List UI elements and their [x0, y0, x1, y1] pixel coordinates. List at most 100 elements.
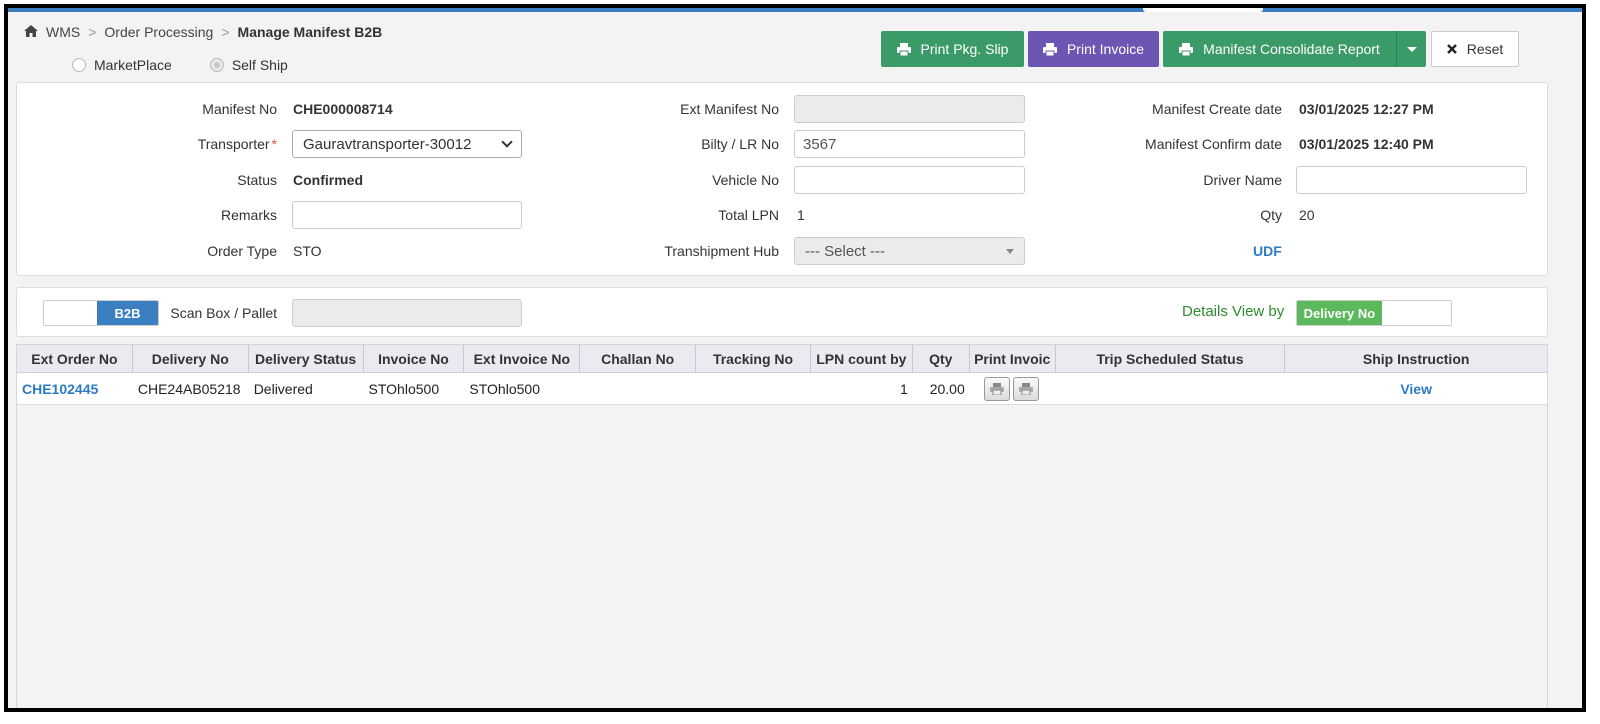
- reset-label: Reset: [1466, 41, 1504, 57]
- order-type-label: Order Type: [207, 243, 277, 259]
- cell-challan-no: [580, 373, 696, 405]
- radio-self-ship[interactable]: Self Ship: [209, 57, 288, 73]
- ext-manifest-label: Ext Manifest No: [680, 101, 779, 117]
- status-label: Status: [237, 172, 277, 188]
- qty-value: 20: [1299, 207, 1315, 223]
- details-view-toggle-label: Delivery No: [1297, 301, 1382, 325]
- breadcrumb-root[interactable]: WMS: [46, 24, 80, 40]
- dropdown-arrow-icon: [1006, 248, 1014, 254]
- driver-name-input[interactable]: [1296, 166, 1527, 194]
- transporter-select[interactable]: Gauravtransporter-30012: [292, 130, 522, 158]
- home-icon[interactable]: [24, 24, 38, 40]
- udf-link[interactable]: UDF: [1253, 243, 1282, 259]
- cell-delivery-no: CHE24AB05218: [137, 381, 241, 397]
- breadcrumb-separator: >: [88, 24, 97, 40]
- print-invoice-button[interactable]: Print Invoice: [1028, 31, 1159, 67]
- ext-manifest-input: [794, 95, 1025, 123]
- qty-label: Qty: [1260, 207, 1282, 223]
- scan-box-label: Scan Box / Pallet: [170, 305, 277, 321]
- cell-ext-invoice-no: STOhlo500: [469, 381, 540, 397]
- radio-marketplace[interactable]: MarketPlace: [72, 57, 172, 73]
- cell-delivery-status: Delivered: [253, 381, 313, 397]
- header-invoice-no[interactable]: Invoice No: [364, 345, 465, 373]
- create-date-label: Manifest Create date: [1152, 101, 1282, 117]
- transhipment-hub-select: --- Select ---: [794, 237, 1025, 265]
- confirm-date-value: 03/01/2025 12:40 PM: [1299, 136, 1434, 152]
- print-pkg-slip-label: Print Pkg. Slip: [920, 41, 1009, 57]
- print-invoice-row-button[interactable]: [983, 377, 1010, 401]
- vehicle-label: Vehicle No: [712, 172, 779, 188]
- manifest-no-label: Manifest No: [202, 101, 277, 117]
- table-header: Ext Order No Delivery No Delivery Status…: [17, 345, 1547, 373]
- printer-icon: [989, 383, 1004, 395]
- header-tracking-no[interactable]: Tracking No: [696, 345, 811, 373]
- header-trip-status[interactable]: Trip Scheduled Status: [1056, 345, 1286, 373]
- details-view-toggle[interactable]: Delivery No: [1296, 300, 1452, 326]
- b2b-toggle[interactable]: B2B: [43, 300, 159, 326]
- report-dropdown-toggle[interactable]: [1396, 31, 1426, 67]
- cell-lpn-count: 1: [900, 381, 908, 397]
- remarks-input[interactable]: [292, 201, 522, 229]
- vehicle-input[interactable]: [794, 166, 1025, 194]
- print-pkg-slip-button[interactable]: Print Pkg. Slip: [881, 31, 1024, 67]
- radio-self-ship-dot[interactable]: [209, 58, 224, 72]
- cell-ship-instruction: View: [1285, 373, 1547, 405]
- printer-icon: [1018, 383, 1033, 395]
- ship-instruction-view-link[interactable]: View: [1400, 381, 1432, 397]
- confirm-date-label: Manifest Confirm date: [1145, 136, 1282, 152]
- header-ext-order-no[interactable]: Ext Order No: [17, 345, 133, 373]
- manifest-consolidate-report-label: Manifest Consolidate Report: [1203, 41, 1380, 57]
- printer-icon: [1042, 42, 1057, 56]
- details-view-toggle-off: [1381, 301, 1451, 325]
- b2b-toggle-label: B2B: [97, 301, 158, 325]
- details-view-label: Details View by: [1182, 303, 1285, 320]
- printer-icon: [1179, 42, 1194, 56]
- create-date-value: 03/01/2025 12:27 PM: [1299, 101, 1434, 117]
- header-challan-no[interactable]: Challan No: [580, 345, 697, 373]
- bilty-label: Bilty / LR No: [701, 136, 779, 152]
- transhipment-hub-selected: --- Select ---: [805, 242, 885, 260]
- radio-marketplace-dot[interactable]: [72, 58, 86, 72]
- manifest-detail-table: Ext Order No Delivery No Delivery Status…: [16, 344, 1548, 708]
- header-delivery-no[interactable]: Delivery No: [133, 345, 249, 373]
- page-title: Manage Manifest B2B: [237, 24, 383, 40]
- close-icon: [1446, 44, 1457, 54]
- manifest-consolidate-report-button[interactable]: Manifest Consolidate Report: [1163, 31, 1396, 67]
- scan-box-input: [292, 299, 522, 327]
- header-lpn-count[interactable]: LPN count by: [811, 345, 913, 373]
- required-mark: *: [271, 136, 277, 152]
- chevron-down-icon: [501, 136, 513, 148]
- manage-manifest-page: WMS > Order Processing > Manage Manifest…: [8, 12, 1582, 708]
- transporter-label-text: Transporter: [197, 136, 270, 152]
- header-ext-invoice-no[interactable]: Ext Invoice No: [464, 345, 581, 373]
- transhipment-hub-label: Transhipment Hub: [664, 243, 779, 259]
- manifest-form-panel: Manifest No CHE000008714 Transporter * Ga…: [16, 82, 1548, 276]
- cell-ext-order-no[interactable]: CHE102445: [17, 373, 133, 405]
- app-frame: WMS > Order Processing > Manage Manifest…: [4, 4, 1586, 712]
- cell-print-invoice: [970, 373, 1056, 405]
- cell-qty: 20.00: [929, 381, 965, 397]
- ship-mode-radio-group: MarketPlace Self Ship: [72, 57, 288, 73]
- breadcrumb-separator: >: [221, 24, 230, 40]
- table-row: CHE102445 CHE24AB05218 Delivered STOhlo5…: [17, 373, 1547, 405]
- bilty-input[interactable]: 3567: [794, 130, 1025, 158]
- b2b-toggle-off: [44, 301, 98, 325]
- cell-trip-status: [1056, 373, 1286, 405]
- status-value: Confirmed: [293, 172, 363, 188]
- print-invoice-copy-button[interactable]: [1012, 377, 1039, 401]
- driver-name-label: Driver Name: [1203, 172, 1282, 188]
- header-ship-instruction[interactable]: Ship Instruction: [1285, 345, 1547, 373]
- total-lpn-value: 1: [797, 207, 805, 223]
- printer-icon: [896, 42, 911, 56]
- radio-self-ship-label: Self Ship: [231, 57, 288, 73]
- manifest-no-value: CHE000008714: [293, 101, 393, 117]
- cell-invoice-no: STOhlo500: [368, 381, 440, 397]
- header-delivery-status[interactable]: Delivery Status: [249, 345, 364, 373]
- header-qty[interactable]: Qty: [913, 345, 970, 373]
- cell-tracking-no: [696, 373, 811, 405]
- header-print-invoice[interactable]: Print Invoic: [970, 345, 1056, 373]
- total-lpn-label: Total LPN: [718, 207, 779, 223]
- breadcrumb-parent[interactable]: Order Processing: [104, 24, 213, 40]
- scan-panel: B2B Scan Box / Pallet Details View by De…: [16, 287, 1548, 337]
- reset-button[interactable]: Reset: [1431, 31, 1519, 67]
